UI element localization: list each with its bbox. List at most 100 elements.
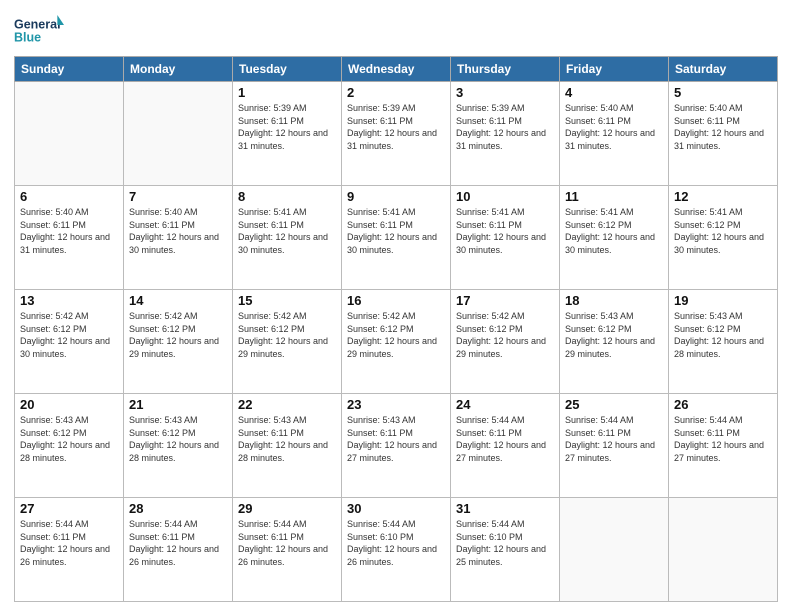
day-number: 22	[238, 397, 336, 412]
day-of-week-header: Thursday	[451, 57, 560, 82]
day-info: Sunrise: 5:40 AM Sunset: 6:11 PM Dayligh…	[129, 206, 227, 256]
day-number: 28	[129, 501, 227, 516]
day-number: 5	[674, 85, 772, 100]
calendar-cell: 21 Sunrise: 5:43 AM Sunset: 6:12 PM Dayli…	[124, 394, 233, 498]
calendar-cell	[15, 82, 124, 186]
calendar-cell: 8 Sunrise: 5:41 AM Sunset: 6:11 PM Daylig…	[233, 186, 342, 290]
day-number: 18	[565, 293, 663, 308]
day-info: Sunrise: 5:39 AM Sunset: 6:11 PM Dayligh…	[238, 102, 336, 152]
day-info: Sunrise: 5:44 AM Sunset: 6:11 PM Dayligh…	[565, 414, 663, 464]
calendar-cell: 7 Sunrise: 5:40 AM Sunset: 6:11 PM Daylig…	[124, 186, 233, 290]
calendar-cell: 14 Sunrise: 5:42 AM Sunset: 6:12 PM Dayli…	[124, 290, 233, 394]
day-number: 26	[674, 397, 772, 412]
day-info: Sunrise: 5:42 AM Sunset: 6:12 PM Dayligh…	[238, 310, 336, 360]
calendar-cell: 3 Sunrise: 5:39 AM Sunset: 6:11 PM Daylig…	[451, 82, 560, 186]
calendar-cell: 31 Sunrise: 5:44 AM Sunset: 6:10 PM Dayli…	[451, 498, 560, 602]
day-info: Sunrise: 5:43 AM Sunset: 6:11 PM Dayligh…	[238, 414, 336, 464]
day-info: Sunrise: 5:41 AM Sunset: 6:11 PM Dayligh…	[238, 206, 336, 256]
day-of-week-header: Wednesday	[342, 57, 451, 82]
calendar-cell	[560, 498, 669, 602]
day-number: 1	[238, 85, 336, 100]
day-number: 17	[456, 293, 554, 308]
calendar-cell: 19 Sunrise: 5:43 AM Sunset: 6:12 PM Dayli…	[669, 290, 778, 394]
day-number: 25	[565, 397, 663, 412]
day-number: 3	[456, 85, 554, 100]
calendar-cell: 4Sunrise: 5:40 AM Sunset: 6:11 PM Daylig…	[560, 82, 669, 186]
day-number: 19	[674, 293, 772, 308]
day-info: Sunrise: 5:43 AM Sunset: 6:12 PM Dayligh…	[20, 414, 118, 464]
calendar-cell: 18 Sunrise: 5:43 AM Sunset: 6:12 PM Dayli…	[560, 290, 669, 394]
day-number: 2	[347, 85, 445, 100]
calendar-cell: 28 Sunrise: 5:44 AM Sunset: 6:11 PM Dayli…	[124, 498, 233, 602]
calendar-cell	[669, 498, 778, 602]
calendar-cell: 30Sunrise: 5:44 AM Sunset: 6:10 PM Dayli…	[342, 498, 451, 602]
day-number: 21	[129, 397, 227, 412]
day-number: 29	[238, 501, 336, 516]
day-info: Sunrise: 5:40 AM Sunset: 6:11 PM Dayligh…	[565, 102, 663, 152]
day-number: 16	[347, 293, 445, 308]
day-number: 31	[456, 501, 554, 516]
calendar-cell: 20 Sunrise: 5:43 AM Sunset: 6:12 PM Dayli…	[15, 394, 124, 498]
day-info: Sunrise: 5:44 AM Sunset: 6:11 PM Dayligh…	[456, 414, 554, 464]
calendar-cell: 9Sunrise: 5:41 AM Sunset: 6:11 PM Daylig…	[342, 186, 451, 290]
day-number: 12	[674, 189, 772, 204]
day-number: 23	[347, 397, 445, 412]
calendar-cell	[124, 82, 233, 186]
calendar-cell: 15 Sunrise: 5:42 AM Sunset: 6:12 PM Dayli…	[233, 290, 342, 394]
day-info: Sunrise: 5:41 AM Sunset: 6:11 PM Dayligh…	[456, 206, 554, 256]
calendar-cell: 2 Sunrise: 5:39 AM Sunset: 6:11 PM Daylig…	[342, 82, 451, 186]
calendar-cell: 12 Sunrise: 5:41 AM Sunset: 6:12 PM Dayli…	[669, 186, 778, 290]
logo-svg: General Blue	[14, 10, 64, 50]
day-number: 10	[456, 189, 554, 204]
calendar-cell: 6 Sunrise: 5:40 AM Sunset: 6:11 PM Daylig…	[15, 186, 124, 290]
day-info: Sunrise: 5:41 AM Sunset: 6:12 PM Dayligh…	[565, 206, 663, 256]
calendar-cell: 25 Sunrise: 5:44 AM Sunset: 6:11 PM Dayli…	[560, 394, 669, 498]
day-info: Sunrise: 5:43 AM Sunset: 6:12 PM Dayligh…	[565, 310, 663, 360]
svg-text:Blue: Blue	[14, 31, 41, 45]
calendar-cell: 1 Sunrise: 5:39 AM Sunset: 6:11 PM Daylig…	[233, 82, 342, 186]
day-info: Sunrise: 5:39 AM Sunset: 6:11 PM Dayligh…	[347, 102, 445, 152]
calendar-cell: 22 Sunrise: 5:43 AM Sunset: 6:11 PM Dayli…	[233, 394, 342, 498]
day-info: Sunrise: 5:44 AM Sunset: 6:10 PM Dayligh…	[347, 518, 445, 568]
calendar-cell: 13 Sunrise: 5:42 AM Sunset: 6:12 PM Dayli…	[15, 290, 124, 394]
day-info: Sunrise: 5:42 AM Sunset: 6:12 PM Dayligh…	[129, 310, 227, 360]
day-info: Sunrise: 5:42 AM Sunset: 6:12 PM Dayligh…	[20, 310, 118, 360]
calendar-cell: 26 Sunrise: 5:44 AM Sunset: 6:11 PM Dayli…	[669, 394, 778, 498]
calendar-cell: 27Sunrise: 5:44 AM Sunset: 6:11 PM Dayli…	[15, 498, 124, 602]
day-number: 13	[20, 293, 118, 308]
day-info: Sunrise: 5:44 AM Sunset: 6:10 PM Dayligh…	[456, 518, 554, 568]
day-number: 11	[565, 189, 663, 204]
day-info: Sunrise: 5:39 AM Sunset: 6:11 PM Dayligh…	[456, 102, 554, 152]
calendar-cell: 5 Sunrise: 5:40 AM Sunset: 6:11 PM Daylig…	[669, 82, 778, 186]
calendar-cell: 24 Sunrise: 5:44 AM Sunset: 6:11 PM Dayli…	[451, 394, 560, 498]
day-info: Sunrise: 5:43 AM Sunset: 6:12 PM Dayligh…	[674, 310, 772, 360]
day-number: 14	[129, 293, 227, 308]
calendar-cell: 23 Sunrise: 5:43 AM Sunset: 6:11 PM Dayli…	[342, 394, 451, 498]
day-info: Sunrise: 5:44 AM Sunset: 6:11 PM Dayligh…	[129, 518, 227, 568]
day-info: Sunrise: 5:40 AM Sunset: 6:11 PM Dayligh…	[674, 102, 772, 152]
day-of-week-header: Monday	[124, 57, 233, 82]
day-info: Sunrise: 5:43 AM Sunset: 6:12 PM Dayligh…	[129, 414, 227, 464]
day-info: Sunrise: 5:42 AM Sunset: 6:12 PM Dayligh…	[456, 310, 554, 360]
day-of-week-header: Friday	[560, 57, 669, 82]
day-number: 6	[20, 189, 118, 204]
day-number: 7	[129, 189, 227, 204]
day-number: 24	[456, 397, 554, 412]
day-info: Sunrise: 5:43 AM Sunset: 6:11 PM Dayligh…	[347, 414, 445, 464]
day-of-week-header: Saturday	[669, 57, 778, 82]
calendar-cell: 10 Sunrise: 5:41 AM Sunset: 6:11 PM Dayli…	[451, 186, 560, 290]
day-number: 20	[20, 397, 118, 412]
day-number: 9	[347, 189, 445, 204]
day-number: 8	[238, 189, 336, 204]
day-of-week-header: Tuesday	[233, 57, 342, 82]
logo: General Blue	[14, 10, 64, 50]
calendar-cell: 29 Sunrise: 5:44 AM Sunset: 6:11 PM Dayli…	[233, 498, 342, 602]
calendar-cell: 16Sunrise: 5:42 AM Sunset: 6:12 PM Dayli…	[342, 290, 451, 394]
day-info: Sunrise: 5:40 AM Sunset: 6:11 PM Dayligh…	[20, 206, 118, 256]
calendar: SundayMondayTuesdayWednesdayThursdayFrid…	[14, 56, 778, 602]
day-number: 15	[238, 293, 336, 308]
calendar-cell: 11 Sunrise: 5:41 AM Sunset: 6:12 PM Dayli…	[560, 186, 669, 290]
day-info: Sunrise: 5:41 AM Sunset: 6:12 PM Dayligh…	[674, 206, 772, 256]
day-info: Sunrise: 5:44 AM Sunset: 6:11 PM Dayligh…	[238, 518, 336, 568]
day-info: Sunrise: 5:44 AM Sunset: 6:11 PM Dayligh…	[674, 414, 772, 464]
